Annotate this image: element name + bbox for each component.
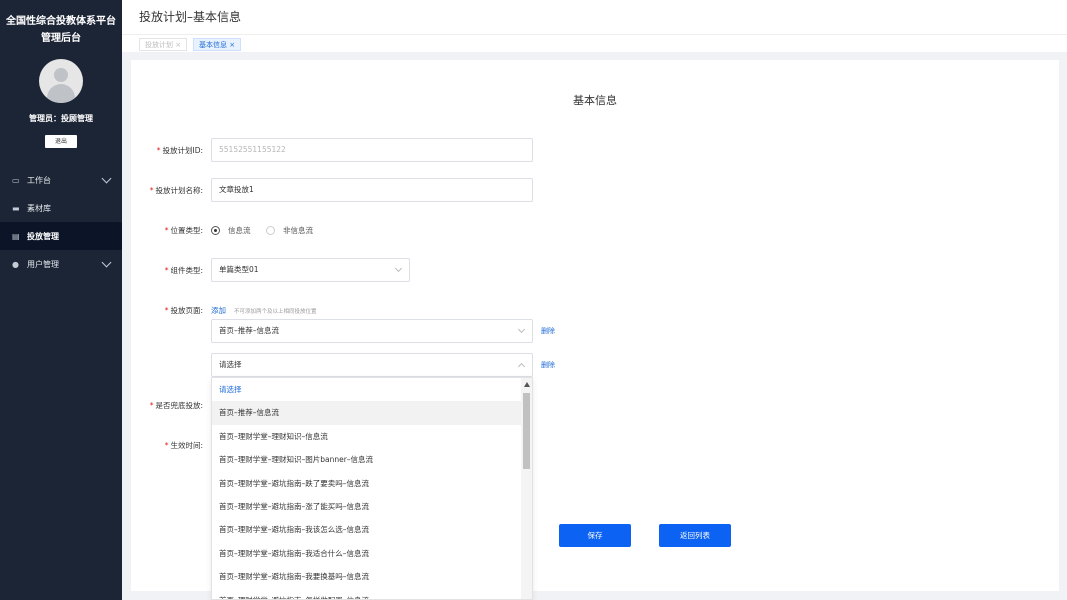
dropdown-scrollbar[interactable]	[521, 378, 532, 599]
scrollbar-thumb[interactable]	[523, 393, 530, 469]
chevron-up-icon	[517, 362, 526, 371]
delete-link-2[interactable]: 删除	[541, 360, 555, 370]
sidebar-item-users[interactable]: ● 用户管理	[0, 250, 122, 278]
position-type-label: * 位置类型:	[164, 226, 203, 235]
plan-id-label: * 投放计划ID:	[156, 146, 203, 155]
plan-name-input[interactable]: 文章投放1	[211, 178, 533, 202]
admin-label: 管理员：投顾管理	[29, 114, 93, 123]
page-dropdown-menu: 请选择 首页–推荐–信息流 首页–理财学堂–理财知识–信息流 首页–理财学堂–理…	[211, 377, 533, 600]
radio-non-feed[interactable]: 非信息流	[266, 225, 313, 236]
sidebar-menu: ▭ 工作台 ▬ 素材库 ▤ 投放管理 ● 用户管理	[0, 166, 122, 278]
brand-title: 全国性综合投教体系平台 管理后台	[0, 0, 122, 47]
dropdown-option[interactable]: 请选择	[212, 378, 522, 401]
dropdown-option[interactable]: 首页–推荐–信息流	[212, 401, 522, 425]
avatar	[39, 59, 83, 103]
sidebar-item-label: 素材库	[27, 203, 51, 213]
tabs-bar: 投放计划 × 基本信息 ×	[122, 34, 1067, 52]
component-type-select[interactable]: 单篇类型01	[211, 258, 410, 282]
sidebar-item-label: 工作台	[27, 175, 51, 185]
plan-name-label: * 投放计划名称:	[149, 186, 203, 195]
sidebar-item-workbench[interactable]: ▭ 工作台	[0, 166, 122, 194]
page-title: 投放计划–基本信息	[139, 10, 242, 24]
chevron-down-icon	[394, 264, 403, 273]
page-select-2[interactable]: 请选择	[211, 353, 533, 377]
chevron-down-icon	[517, 325, 526, 334]
radio-unchecked-icon	[266, 226, 275, 235]
tab-delivery-plan[interactable]: 投放计划 ×	[139, 38, 188, 51]
back-to-list-button[interactable]: 返回列表	[659, 524, 731, 547]
dropdown-option[interactable]: 首页–理财学堂–避坑指南–我适合什么–信息流	[212, 542, 522, 565]
sidebar-item-delivery[interactable]: ▤ 投放管理	[0, 222, 122, 250]
close-icon[interactable]: ×	[175, 41, 181, 49]
form-title: 基本信息	[573, 94, 617, 107]
sidebar-item-materials[interactable]: ▬ 素材库	[0, 194, 122, 222]
dropdown-option[interactable]: 首页–理财学堂–理财知识–信息流	[212, 425, 522, 448]
folder-icon: ▬	[12, 203, 20, 213]
dropdown-option[interactable]: 首页–理财学堂–避坑指南–我要换基吗–信息流	[212, 565, 522, 588]
sidebar: 全国性综合投教体系平台 管理后台 管理员：投顾管理 退出 ▭ 工作台 ▬ 素材库…	[0, 0, 122, 600]
save-button[interactable]: 保存	[559, 524, 631, 547]
radio-checked-icon	[211, 226, 220, 235]
tab-basic-info[interactable]: 基本信息 ×	[193, 38, 242, 51]
chevron-down-icon	[101, 173, 112, 184]
tab-label: 基本信息	[199, 41, 227, 49]
dropdown-option[interactable]: 首页–理财学堂–避坑指南–我该怎么选–信息流	[212, 518, 522, 541]
effective-time-label: * 生效时间:	[164, 441, 203, 450]
component-type-label: * 组件类型:	[164, 266, 203, 275]
sidebar-item-label: 投放管理	[27, 231, 59, 241]
avatar-body-icon	[47, 84, 75, 103]
chevron-down-icon	[101, 257, 112, 268]
fallback-label: * 是否兜底投放:	[149, 401, 203, 410]
radio-feed[interactable]: 信息流	[211, 225, 251, 236]
dropdown-option[interactable]: 首页–理财学堂–理财知识–图片banner–信息流	[212, 448, 522, 471]
add-page-link[interactable]: 添加	[211, 305, 226, 316]
top-header: 投放计划–基本信息	[122, 0, 1067, 34]
sidebar-item-label: 用户管理	[27, 259, 59, 269]
tab-label: 投放计划	[145, 41, 173, 49]
logout-button[interactable]: 退出	[45, 135, 77, 148]
delete-link-1[interactable]: 删除	[541, 326, 555, 336]
monitor-icon: ▭	[12, 175, 20, 185]
close-icon[interactable]: ×	[229, 41, 235, 49]
plan-id-input[interactable]: 55152551155122	[211, 138, 533, 162]
page-label: * 投放页面:	[164, 306, 203, 315]
brand-line-1: 全国性综合投教体系平台	[6, 16, 116, 27]
avatar-head-icon	[54, 68, 68, 82]
dropdown-option[interactable]: 首页–理财学堂–避坑指南–跌了要卖吗–信息流	[212, 472, 522, 495]
scroll-up-arrow-icon[interactable]	[524, 382, 530, 387]
brand-line-2: 管理后台	[41, 33, 81, 44]
dropdown-option[interactable]: 首页–理财学堂–避坑指南–涨了能买吗–信息流	[212, 495, 522, 518]
add-hint: 不可添加两个及以上相同投放位置	[234, 309, 317, 315]
user-icon: ●	[12, 259, 19, 269]
page-select-1[interactable]: 首页–推荐–信息流	[211, 319, 533, 343]
inbox-icon: ▤	[12, 231, 20, 241]
dropdown-option[interactable]: 首页–理财学堂–避坑指南–怎样做配置–信息流	[212, 589, 522, 599]
